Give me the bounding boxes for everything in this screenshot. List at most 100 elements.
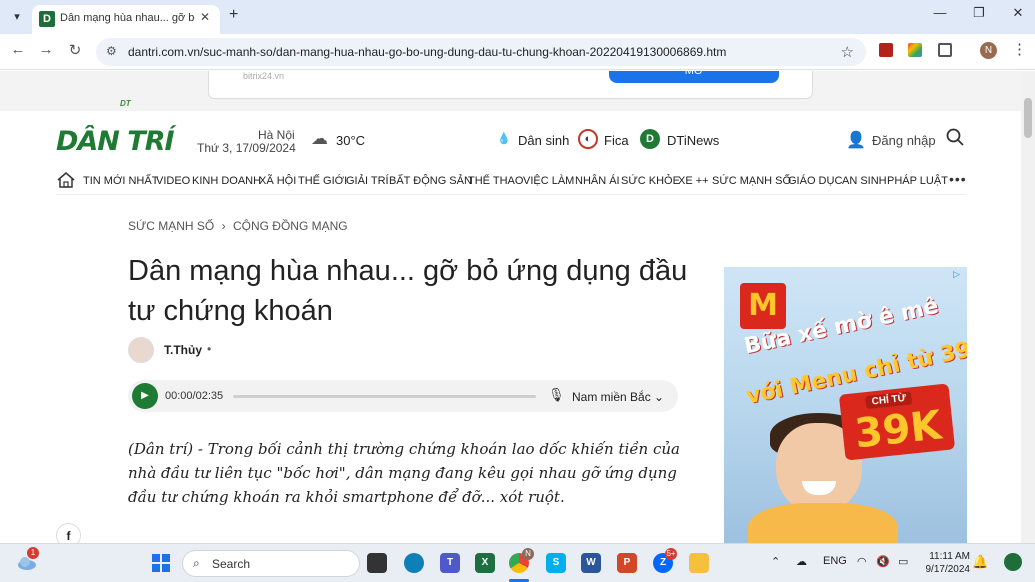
tray-cloud-icon[interactable]: ☁ [796, 555, 807, 568]
address-bar[interactable]: ⚙ dantri.com.vn/suc-manh-so/dan-mang-hua… [96, 38, 866, 66]
taskview-icon[interactable] [367, 553, 387, 573]
facebook-share-icon[interactable]: f [56, 523, 81, 543]
breadcrumb-suc-manh-so[interactable]: SỨC MẠNH SỐ [128, 219, 214, 233]
scrollbar-thumb[interactable] [1024, 98, 1032, 138]
play-icon[interactable]: ▶ [132, 383, 158, 409]
reload-icon[interactable]: ↻ [65, 41, 85, 59]
top-ad-band: bitrix24.vn MỞ DT [0, 71, 1021, 111]
nav-giao-duc[interactable]: GIÁO DỤC [788, 175, 842, 187]
back-arrow-icon[interactable]: ← [8, 41, 28, 58]
author-avatar[interactable] [128, 337, 154, 363]
nav-kinh-doanh[interactable]: KINH DOANH [192, 175, 261, 187]
tray-app-icon[interactable] [1004, 553, 1022, 571]
nav-tin-moi-nhat[interactable]: TIN MỚI NHẤT [83, 175, 158, 187]
minimize-icon[interactable]: — [930, 5, 950, 20]
volume-muted-icon[interactable]: 🔇 [876, 555, 890, 568]
nav-more-icon[interactable]: ••• [949, 171, 967, 187]
page-scrollbar[interactable] [1021, 71, 1035, 543]
bookmark-star-icon[interactable]: ☆ [841, 43, 854, 61]
nav-giai-tri[interactable]: GIẢI TRÍ [346, 175, 389, 187]
excel-icon[interactable]: X [475, 553, 495, 573]
nav-an-sinh[interactable]: AN SINH [842, 175, 887, 187]
nav-the-thao[interactable]: THỂ THAO [468, 175, 523, 187]
extension-red-icon[interactable] [879, 43, 893, 57]
tab-title: Dân mạng hùa nhau... gỡ bỏ ứng dụng đầu … [60, 12, 195, 24]
windows-start-icon[interactable] [152, 554, 170, 572]
nav-xe[interactable]: XE ++ [678, 175, 709, 187]
header-link-dtinews[interactable]: DTiNews [667, 133, 719, 148]
breadcrumb-cong-dong-mang[interactable]: CỘNG ĐỒNG MẠNG [233, 219, 348, 233]
notification-bell-icon[interactable]: 🔔 [972, 554, 988, 570]
breadcrumb: SỨC MẠNH SỐ › CỘNG ĐỒNG MẠNG [128, 219, 348, 233]
zalo-badge: 5+ [665, 548, 677, 560]
tab-active[interactable]: D Dân mạng hùa nhau... gỡ bỏ ứng dụng đầ… [32, 5, 220, 34]
nav-suc-manh-so[interactable]: SỨC MẠNH SỐ [712, 175, 791, 187]
article-lead: (Dân trí) - Trong bối cảnh thị trường ch… [128, 440, 680, 506]
close-window-icon[interactable]: ✕ [1008, 5, 1028, 21]
profile-avatar[interactable]: N [980, 42, 997, 59]
nav-bat-dong-san[interactable]: BẤT ĐỘNG SẢN [389, 175, 472, 187]
adchoices-icon[interactable]: ▷ [953, 269, 964, 280]
dantri-logo[interactable]: DÂN TRÍ [56, 126, 175, 157]
top-ad-banner[interactable]: bitrix24.vn MỞ [208, 71, 813, 99]
user-icon[interactable]: 👤 [846, 130, 866, 150]
audio-time: 00:00/02:35 [165, 390, 224, 402]
mcdonalds-logo: M [740, 283, 786, 329]
side-ad-banner[interactable]: ▷ M Bữa xế mờ ê mê với Menu chỉ từ 39k C… [724, 267, 967, 543]
extensions-puzzle-icon[interactable] [938, 43, 952, 57]
weather-badge: 1 [27, 547, 39, 559]
url-text: dantri.com.vn/suc-manh-so/dan-mang-hua-n… [128, 45, 727, 59]
nav-phap-luat[interactable]: PHÁP LUẬT [887, 175, 948, 187]
home-icon[interactable] [56, 171, 76, 189]
author-name[interactable]: T.Thủy [164, 343, 202, 357]
forward-arrow-icon[interactable]: → [36, 41, 56, 58]
file-explorer-icon[interactable] [689, 553, 709, 573]
tab-close-icon[interactable]: ✕ [200, 10, 210, 24]
teams-icon[interactable]: T [440, 553, 460, 573]
audio-player: ▶ 00:00/02:35 🎙 Nam miền Bắc ⌄ [128, 380, 678, 412]
taskbar-search-label: Search [212, 557, 251, 571]
header-link-dan-sinh[interactable]: Dân sinh [518, 133, 569, 148]
new-tab-plus-icon[interactable]: + [229, 6, 238, 24]
browser-toolbar: ← → ↻ ⚙ dantri.com.vn/suc-manh-so/dan-ma… [0, 34, 1035, 70]
site-info-icon[interactable]: ⚙ [106, 44, 117, 58]
skype-icon[interactable]: S [546, 553, 566, 573]
header-link-fica[interactable]: Fica [604, 133, 629, 148]
word-icon[interactable]: W [581, 553, 601, 573]
taskbar-search[interactable]: ⌕ Search [182, 550, 360, 577]
edge-icon[interactable] [404, 553, 424, 573]
nav-xa-hoi[interactable]: XÃ HỘI [259, 175, 296, 187]
dtinews-logo-icon: D [640, 129, 660, 149]
clock-date: 9/17/2024 [925, 564, 971, 575]
nav-suc-khoe[interactable]: SỨC KHỎE [621, 175, 680, 187]
login-link[interactable]: Đăng nhập [872, 133, 936, 148]
tray-chevron-up-icon[interactable]: ⌃ [771, 555, 780, 568]
temperature-text: 30°C [336, 133, 366, 148]
chevron-down-icon: ⌄ [654, 390, 665, 404]
screen: ▾ D Dân mạng hùa nhau... gỡ bỏ ứng dụng … [0, 0, 1035, 582]
language-indicator[interactable]: ENG [823, 555, 847, 567]
breadcrumb-separator-icon: › [221, 219, 226, 233]
taskbar-clock[interactable]: 11:11 AM 9/17/2024 [922, 550, 971, 576]
nav-the-gioi[interactable]: THẾ GIỚI [298, 175, 347, 187]
nav-nhan-ai[interactable]: NHÂN ÁI [575, 175, 620, 187]
article-title: Dân mạng hùa nhau... gỡ bỏ ứng dụng đầu … [128, 255, 688, 327]
wifi-icon[interactable]: ◠ [857, 555, 867, 568]
taskbar-search-icon: ⌕ [193, 556, 200, 570]
dan-sinh-drop-icon: 💧 [497, 133, 511, 145]
powerpoint-icon[interactable]: P [617, 553, 637, 573]
audio-progress-bar[interactable] [233, 395, 536, 398]
restore-icon[interactable]: ❐ [969, 5, 989, 21]
microphone-icon: 🎙 [548, 387, 565, 402]
voice-select[interactable]: Nam miền Bắc ⌄ [572, 390, 664, 404]
browser-menu-icon[interactable]: ⋮ [1012, 40, 1027, 58]
nav-viec-lam[interactable]: VIỆC LÀM [523, 175, 574, 187]
web-page: bitrix24.vn MỞ DT DÂN TRÍ Hà Nội Thứ 3, … [0, 71, 1021, 543]
tab-search-chevron-icon[interactable]: ▾ [6, 6, 28, 28]
search-icon[interactable] [946, 128, 964, 146]
battery-icon[interactable]: ▭ [898, 555, 908, 568]
dt-mini-logo: DT [120, 99, 131, 108]
top-ad-cta-button[interactable]: MỞ [609, 71, 779, 83]
extension-color-icon[interactable] [908, 43, 922, 57]
nav-video[interactable]: VIDEO [156, 175, 190, 187]
